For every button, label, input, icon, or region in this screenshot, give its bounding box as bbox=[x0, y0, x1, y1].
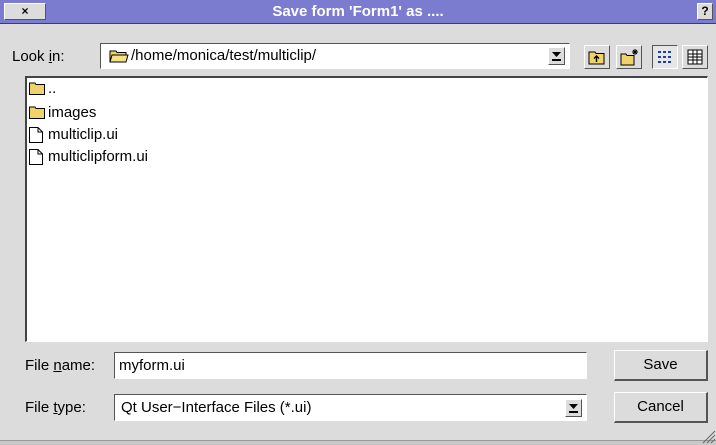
file-type-dropdown-button[interactable] bbox=[565, 399, 582, 417]
folder-up-icon bbox=[588, 51, 605, 65]
file-type-value: Qt User−Interface Files (*.ui) bbox=[121, 399, 312, 416]
file-icon bbox=[29, 127, 43, 143]
title-bar[interactable]: × Save form 'Form1' as .... ? bbox=[0, 0, 716, 24]
detail-view-icon bbox=[658, 51, 671, 63]
file-icon bbox=[29, 149, 43, 165]
open-folder-icon bbox=[109, 50, 129, 63]
window-bottom-border bbox=[0, 440, 716, 445]
file-list[interactable]: .. images multiclip.ui multiclipform.ui bbox=[25, 76, 708, 342]
file-name-input[interactable] bbox=[114, 352, 587, 379]
new-folder-button[interactable] bbox=[616, 45, 642, 69]
new-folder-icon bbox=[620, 49, 638, 66]
save-button[interactable]: Save bbox=[614, 350, 708, 381]
file-name: multiclipform.ui bbox=[48, 148, 149, 165]
chevron-down-icon bbox=[552, 52, 561, 61]
window-title: Save form 'Form1' as .... bbox=[272, 3, 444, 20]
parent-directory-button[interactable] bbox=[584, 45, 610, 69]
look-in-label: Look in: bbox=[12, 48, 65, 65]
look-in-path: /home/monica/test/multiclip/ bbox=[131, 47, 317, 64]
file-type-combo[interactable]: Qt User−Interface Files (*.ui) bbox=[114, 394, 587, 421]
list-view-button[interactable] bbox=[682, 45, 708, 69]
file-name: images bbox=[48, 104, 97, 121]
file-name-label: File name: bbox=[25, 357, 96, 374]
help-button[interactable]: ? bbox=[697, 3, 713, 20]
chevron-down-icon bbox=[569, 404, 578, 413]
file-name: multiclip.ui bbox=[48, 126, 119, 143]
cancel-button[interactable]: Cancel bbox=[614, 392, 708, 423]
look-in-dropdown-button[interactable] bbox=[548, 47, 565, 65]
detail-view-button[interactable] bbox=[652, 45, 678, 69]
file-name: .. bbox=[48, 80, 57, 97]
folder-icon bbox=[29, 106, 45, 119]
help-icon: ? bbox=[701, 4, 709, 18]
look-in-combo[interactable]: /home/monica/test/multiclip/ bbox=[100, 43, 570, 69]
resize-grip-icon[interactable] bbox=[700, 428, 716, 444]
folder-icon bbox=[29, 82, 45, 95]
file-type-label: File type: bbox=[25, 399, 86, 416]
list-view-icon bbox=[687, 49, 703, 65]
